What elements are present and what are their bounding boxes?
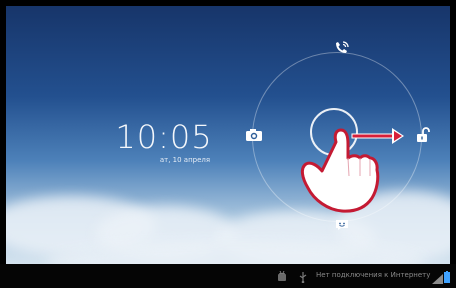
network-status-text: Нет подключения к Интернету xyxy=(316,271,431,279)
tablet-screen: 10:05 ат, 10 апреля Нет подключения к Ин… xyxy=(0,0,456,288)
signal-icon xyxy=(432,269,443,288)
battery-icon xyxy=(444,268,450,287)
usb-icon xyxy=(298,268,308,287)
hand-icon xyxy=(300,128,380,213)
swipe-gesture-hand-illustration xyxy=(300,128,404,213)
swipe-right-arrow xyxy=(351,128,404,144)
android-debug-icon xyxy=(277,268,287,287)
